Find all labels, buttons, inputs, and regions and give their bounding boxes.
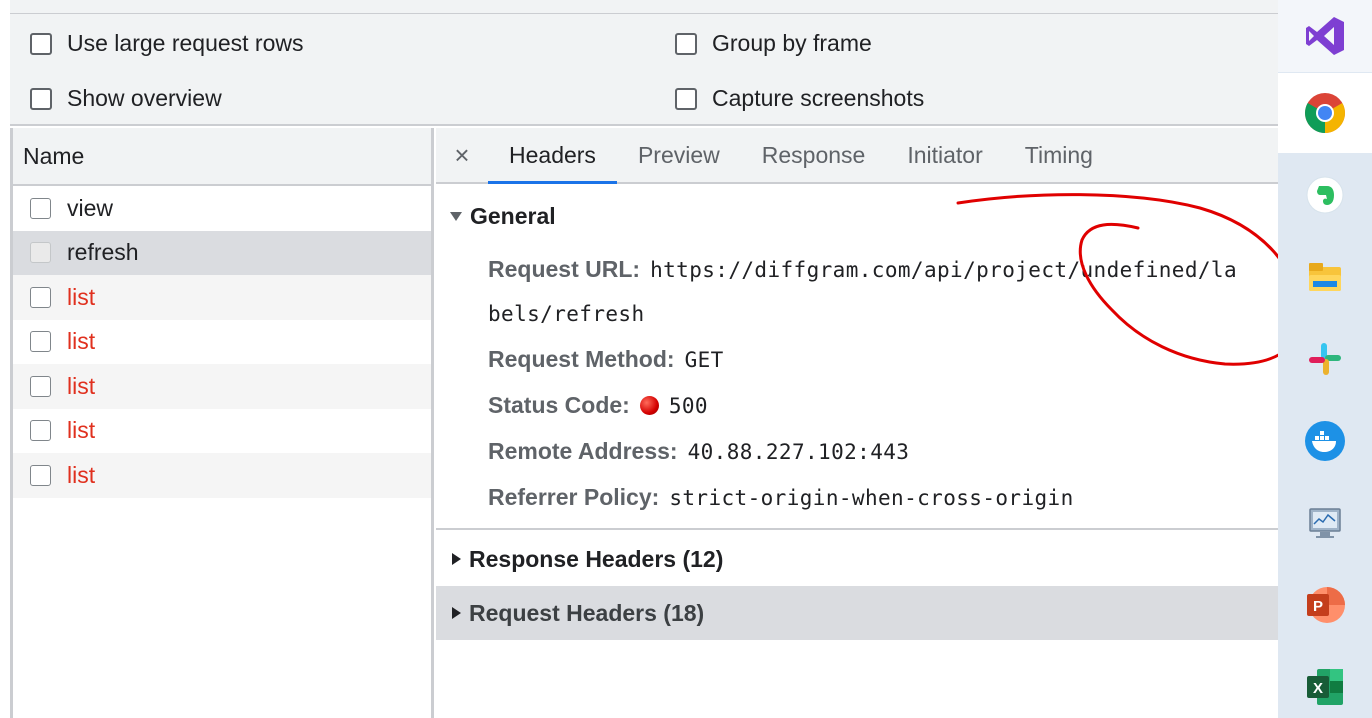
windows-taskbar: P X [1278,0,1372,718]
file-explorer-icon[interactable] [1278,237,1372,317]
response-headers-title: Response Headers (12) [469,545,724,572]
section-divider [436,528,1278,530]
general-section-title: General [470,202,556,229]
details-tab-bar: × Headers Preview Response Initiator Tim… [436,128,1278,184]
slack-icon[interactable] [1278,319,1372,399]
request-url-label: Request URL: [488,256,641,282]
show-overview-option[interactable]: Show overview [30,85,222,112]
referrer-policy-row: Referrer Policy: strict-origin-when-cros… [488,484,1074,511]
request-name: list [67,283,96,310]
capture-screenshots-checkbox[interactable] [675,87,697,110]
expand-triangle-icon [452,607,461,619]
status-code-row: Status Code: 500 [488,392,708,419]
excel-icon[interactable]: X [1278,647,1372,718]
status-code-value: 500 [668,394,708,418]
capture-screenshots-option[interactable]: Capture screenshots [675,85,924,112]
request-row-list[interactable]: list [13,409,431,454]
request-name: refresh [67,239,139,266]
request-name: list [67,372,96,399]
remote-address-label: Remote Address: [488,438,678,464]
request-row-checkbox[interactable] [30,242,51,264]
request-name: list [67,417,96,444]
referrer-policy-label: Referrer Policy: [488,484,660,510]
group-by-frame-checkbox[interactable] [675,32,697,55]
group-by-frame-label: Group by frame [712,30,872,56]
request-row-refresh[interactable]: refresh [13,230,431,275]
chrome-icon[interactable] [1278,73,1372,153]
remote-address-row: Remote Address: 40.88.227.102:443 [488,438,909,465]
status-error-dot-icon [639,396,659,415]
referrer-policy-value: strict-origin-when-cross-origin [669,486,1074,510]
response-headers-section[interactable]: Response Headers (12) [436,532,1278,586]
request-row-checkbox[interactable] [30,464,51,486]
visual-studio-icon[interactable] [1278,0,1372,72]
large-request-rows-checkbox[interactable] [30,32,52,55]
tab-initiator[interactable]: Initiator [886,128,1003,182]
request-name: view [67,194,114,221]
request-url-row: Request URL: https://diffgram.com/api/pr… [488,256,1237,283]
request-row-list[interactable]: list [13,453,431,498]
large-request-rows-label: Use large request rows [67,30,304,56]
request-headers-title: Request Headers (18) [469,599,705,626]
close-details-icon[interactable]: × [436,128,488,182]
tab-response[interactable]: Response [741,128,887,182]
expand-triangle-icon [452,553,461,565]
request-row-checkbox[interactable] [30,286,51,308]
tab-timing[interactable]: Timing [1004,128,1114,182]
status-code-label: Status Code: [488,392,630,418]
collapse-triangle-icon [450,211,462,221]
powerpoint-icon[interactable]: P [1278,565,1372,645]
request-row-list[interactable]: list [13,364,431,409]
request-list-panel: Name view refresh list list list list li… [10,128,434,718]
tab-preview[interactable]: Preview [617,128,741,182]
request-name: list [67,328,96,355]
evernote-icon[interactable] [1278,155,1372,235]
request-row-checkbox[interactable] [30,197,51,219]
request-name: list [67,461,96,488]
request-row-list[interactable]: list [13,275,431,320]
request-url-continued: bels/refresh [488,302,645,326]
request-row-checkbox[interactable] [30,375,51,397]
request-url-value: https://diffgram.com/api/project/undefin… [650,258,1238,282]
network-settings-panel: Use large request rows Group by frame Sh… [10,0,1278,126]
request-method-row: Request Method: GET [488,346,724,373]
svg-text:X: X [1313,680,1323,697]
group-by-frame-option[interactable]: Group by frame [675,30,872,57]
show-overview-checkbox[interactable] [30,87,52,110]
large-request-rows-option[interactable]: Use large request rows [30,30,304,57]
show-overview-label: Show overview [67,85,222,111]
svg-text:P: P [1313,598,1323,615]
tab-headers[interactable]: Headers [488,128,617,184]
request-row-checkbox[interactable] [30,420,51,442]
capture-screenshots-label: Capture screenshots [712,85,925,111]
request-details-panel: × Headers Preview Response Initiator Tim… [436,128,1278,718]
request-method-label: Request Method: [488,346,675,372]
docker-icon[interactable] [1278,401,1372,481]
request-row-list[interactable]: list [13,320,431,365]
request-method-value: GET [684,348,724,372]
request-row-view[interactable]: view [13,186,431,231]
name-column-header[interactable]: Name [13,128,431,186]
general-section-toggle[interactable]: General [436,184,1278,248]
settings-top-row-clipped [10,0,1278,14]
remote-address-value: 40.88.227.102:443 [687,440,910,464]
request-headers-section[interactable]: Request Headers (18) [436,586,1278,640]
request-list: view refresh list list list list list [13,186,431,498]
system-monitor-icon[interactable] [1278,483,1372,563]
request-row-checkbox[interactable] [30,331,51,353]
